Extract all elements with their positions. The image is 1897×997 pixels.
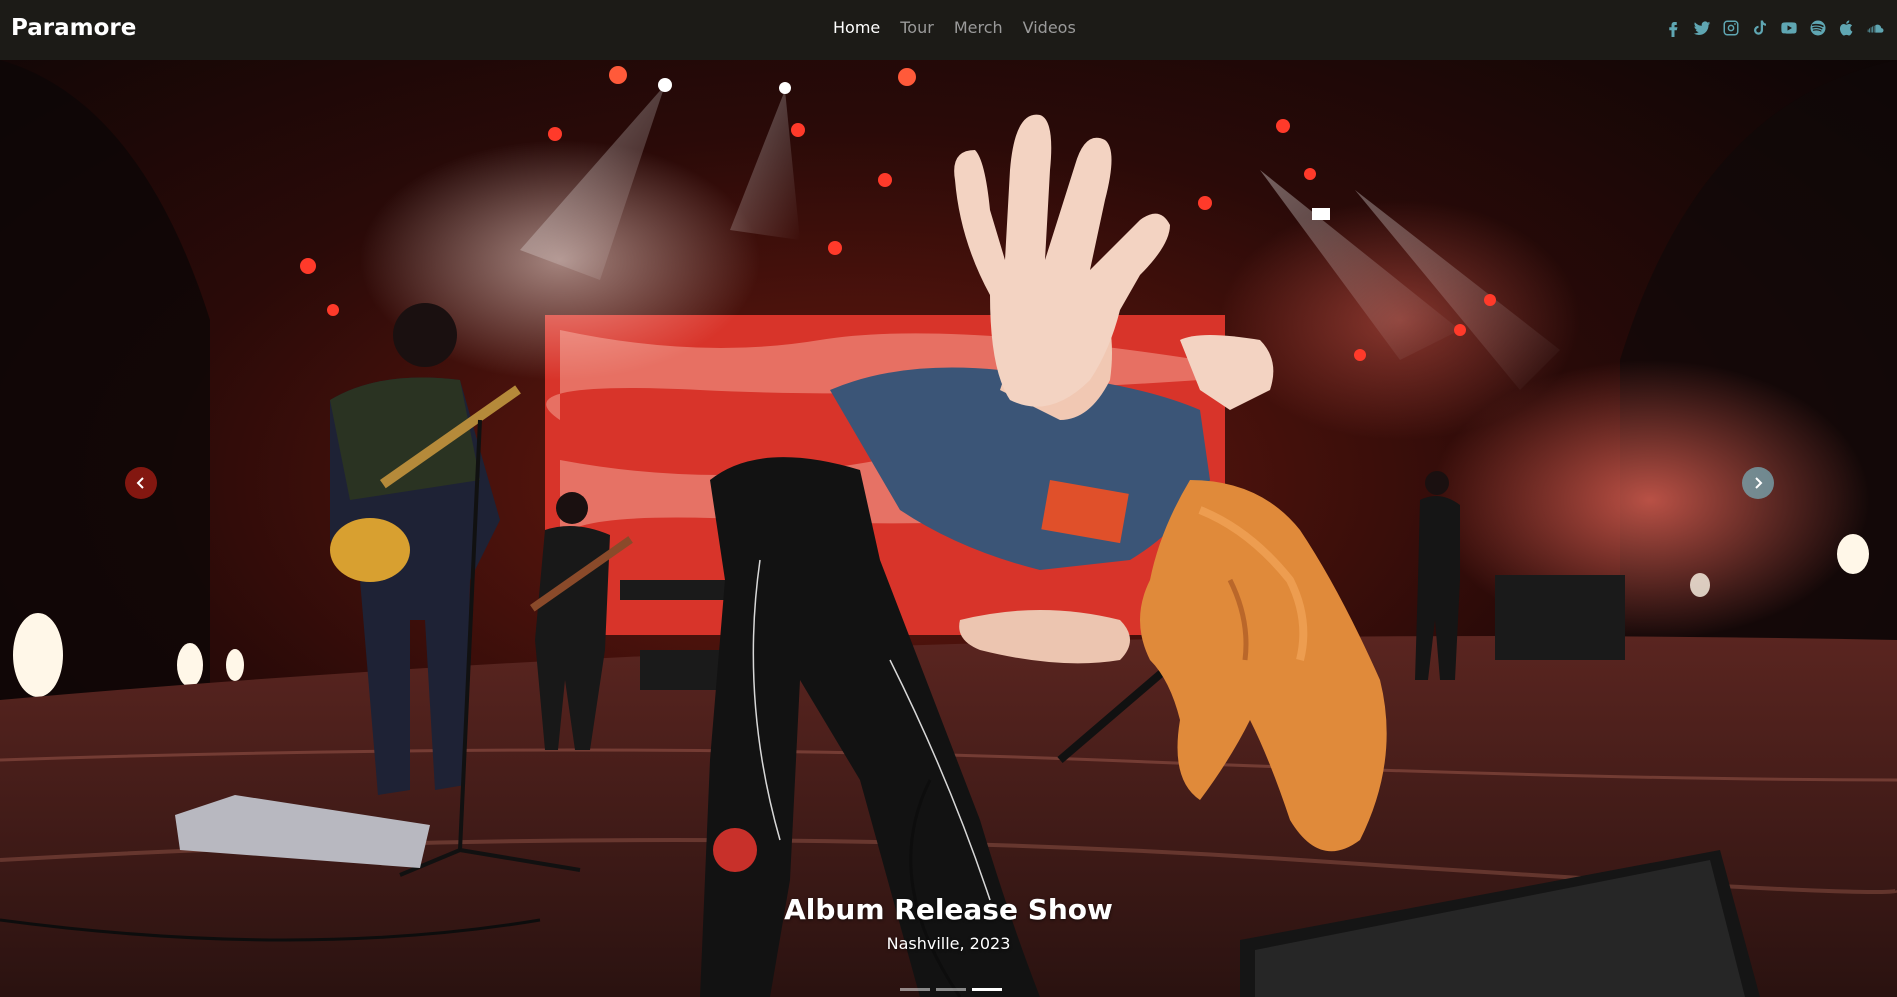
facebook-icon[interactable] (1664, 19, 1682, 37)
twitter-icon[interactable] (1693, 19, 1711, 37)
carousel-indicator-1[interactable] (900, 988, 930, 991)
carousel-prev-button[interactable] (125, 467, 157, 499)
nav-merch[interactable]: Merch (954, 18, 1003, 37)
carousel-indicator-2[interactable] (936, 988, 966, 991)
instagram-icon[interactable] (1722, 19, 1740, 37)
carousel-caption: Album Release Show Nashville, 2023 (0, 893, 1897, 953)
chevron-right-icon (1755, 477, 1763, 489)
brand-logo[interactable]: Paramore (11, 15, 136, 41)
hero-carousel: Album Release Show Nashville, 2023 (0, 60, 1897, 997)
top-navbar: Paramore Home Tour Merch Videos (0, 0, 1897, 60)
carousel-indicators (900, 988, 1002, 991)
soundcloud-icon[interactable] (1867, 19, 1885, 37)
nav-tour[interactable]: Tour (900, 18, 934, 37)
apple-icon[interactable] (1838, 19, 1856, 37)
main-nav: Home Tour Merch Videos (833, 18, 1076, 37)
slide-subtitle: Nashville, 2023 (886, 934, 1011, 953)
chevron-left-icon (136, 477, 144, 489)
nav-home[interactable]: Home (833, 18, 880, 37)
youtube-icon[interactable] (1780, 19, 1798, 37)
concert-photo (0, 60, 1897, 997)
spotify-icon[interactable] (1809, 19, 1827, 37)
social-links (1664, 19, 1885, 37)
slide-title: Album Release Show (784, 893, 1113, 926)
tiktok-icon[interactable] (1751, 19, 1769, 37)
nav-videos[interactable]: Videos (1023, 18, 1076, 37)
carousel-indicator-3[interactable] (972, 988, 1002, 991)
carousel-next-button[interactable] (1742, 467, 1774, 499)
